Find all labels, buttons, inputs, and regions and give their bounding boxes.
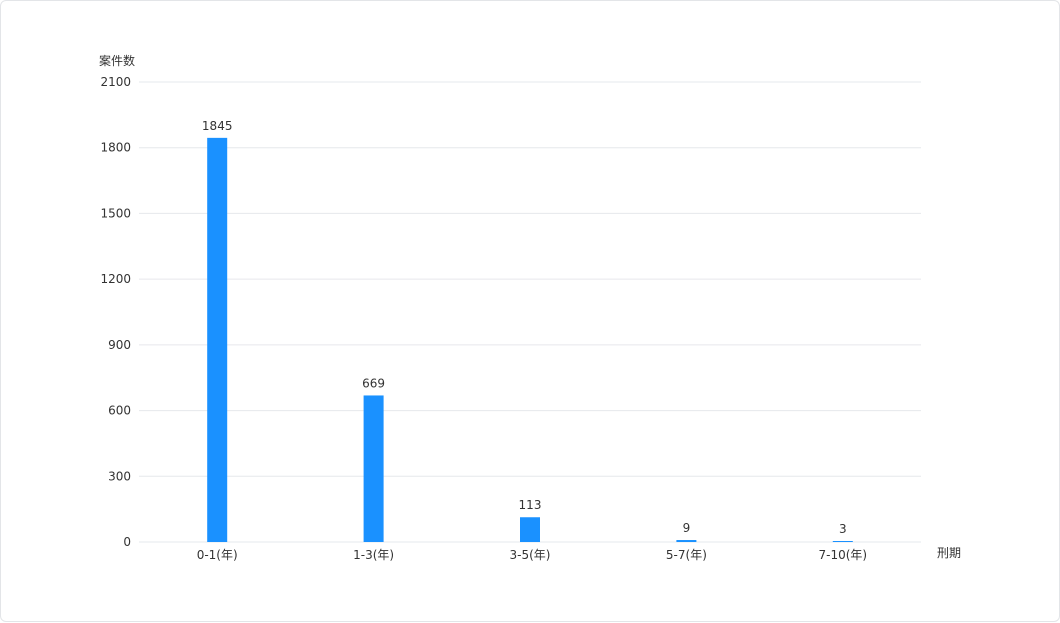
y-tick-label: 1800 [100, 141, 131, 155]
y-tick-label: 600 [108, 404, 131, 418]
x-tick-label: 7-10(年) [818, 548, 867, 562]
data-labels: 1845 669 113 9 3 [202, 119, 847, 536]
y-tick-label: 300 [108, 469, 131, 483]
bar[interactable] [207, 137, 228, 542]
bar[interactable] [676, 540, 697, 542]
x-axis-title: 刑期 [937, 546, 961, 560]
y-tick-label: 1200 [100, 272, 131, 286]
grid-lines [139, 81, 921, 543]
bar-value-label: 1845 [202, 119, 233, 133]
chart-card: 0 300 600 900 1200 1500 1800 2100 1845 669 113 9 3 … [0, 0, 1060, 622]
y-axis-title: 案件数 [99, 53, 135, 68]
bar-value-label: 113 [519, 498, 542, 512]
x-tick-label: 0-1(年) [197, 548, 238, 562]
x-tick-label: 5-7(年) [666, 548, 707, 562]
y-tick-label: 900 [108, 338, 131, 352]
bar-value-label: 9 [683, 521, 691, 535]
bar[interactable] [363, 395, 384, 542]
bar-value-label: 3 [839, 522, 847, 536]
bar-value-label: 669 [362, 376, 385, 390]
y-tick-label: 1500 [100, 206, 131, 220]
bar[interactable] [832, 541, 853, 542]
x-tick-label: 1-3(年) [353, 548, 394, 562]
bars [207, 137, 853, 542]
y-tick-label: 2100 [100, 75, 131, 89]
y-axis-ticks: 0 300 600 900 1200 1500 1800 2100 [100, 75, 131, 549]
x-axis-ticks: 0-1(年) 1-3(年) 3-5(年) 5-7(年) 7-10(年) [197, 548, 867, 562]
bar-chart: 03006009001200150018002100 18456691139 3 … [99, 53, 961, 562]
bar[interactable] [520, 517, 540, 542]
x-tick-label: 3-5(年) [510, 548, 551, 562]
y-tick-label: 0 [123, 535, 131, 549]
